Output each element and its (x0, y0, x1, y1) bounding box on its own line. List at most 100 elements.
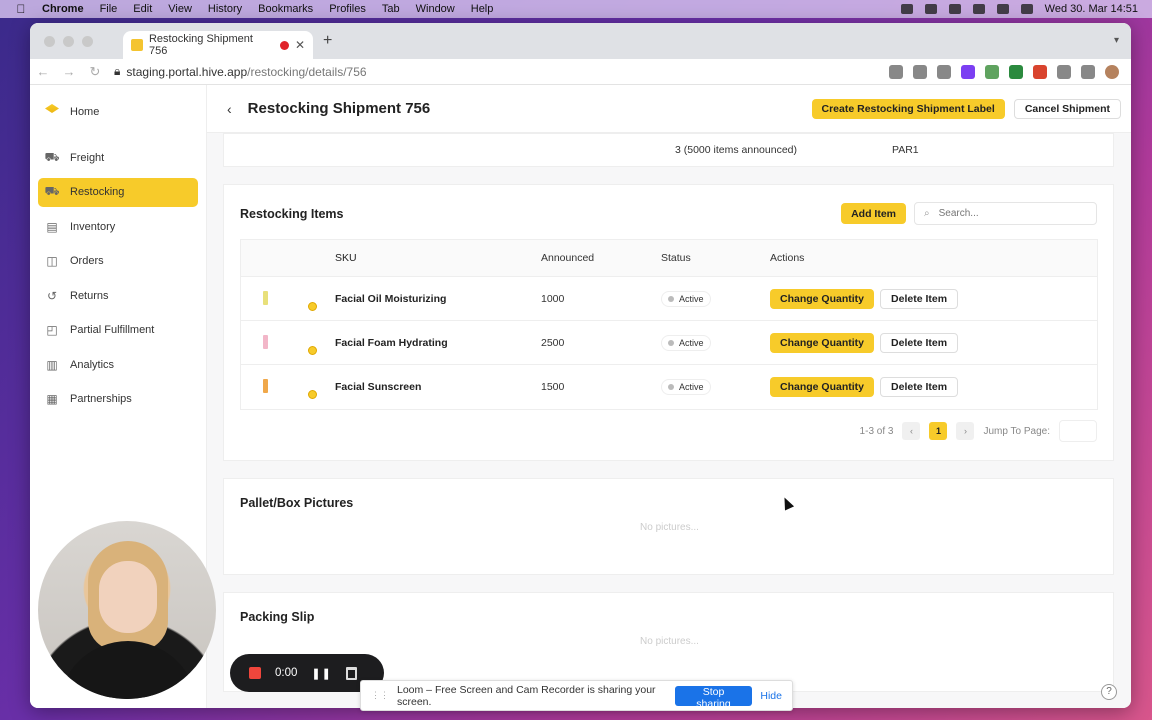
change-quantity-button[interactable]: Change Quantity (770, 288, 875, 309)
next-page-icon[interactable]: › (956, 422, 975, 440)
hive-badge-icon (308, 390, 317, 399)
new-tab-icon[interactable]: + (323, 32, 332, 50)
zoom-window-icon[interactable] (82, 35, 93, 47)
puzzle-icon[interactable] (1057, 64, 1071, 79)
sidebar-item-inventory[interactable]: ▤ Inventory (38, 212, 198, 241)
column-header-sku[interactable]: SKU (335, 252, 541, 264)
close-tab-icon[interactable]: ✕ (295, 38, 305, 52)
share-icon[interactable] (913, 64, 927, 79)
menu-app[interactable]: Chrome (42, 3, 84, 15)
extension-icon[interactable] (1033, 64, 1047, 79)
wifi-icon[interactable] (972, 4, 985, 14)
sku-name[interactable]: Facial Foam Hydrating (335, 337, 541, 349)
microphone-icon[interactable] (900, 4, 913, 14)
page-button-current[interactable]: 1 (929, 422, 948, 440)
sidebar-toggle-icon[interactable] (1081, 64, 1095, 79)
sku-name[interactable]: Facial Sunscreen (335, 381, 541, 393)
camera-person-body (58, 641, 198, 699)
search-icon: ⌕ (924, 208, 930, 219)
table-row: Facial Sunscreen 1500 Active Change Quan… (241, 365, 1097, 409)
search-box[interactable]: ⌕ (914, 202, 1097, 225)
delete-item-button[interactable]: Delete Item (880, 332, 959, 353)
menu-help[interactable]: Help (471, 3, 494, 15)
reload-icon[interactable]: ↻ (82, 64, 108, 80)
menu-view[interactable]: View (168, 3, 192, 15)
browser-tab-title: Restocking Shipment 756 (148, 33, 253, 57)
menu-edit[interactable]: Edit (133, 3, 152, 15)
minimize-window-icon[interactable] (63, 35, 74, 47)
hive-badge-icon (308, 346, 317, 355)
browser-tab[interactable]: Restocking Shipment 756 ✕ (123, 31, 313, 59)
sidebar-item-freight[interactable]: ⛟ Freight (38, 143, 198, 172)
url-field[interactable]: 🔒︎ staging.portal.hive.app/restocking/de… (114, 64, 367, 79)
search-icon[interactable] (996, 4, 1009, 14)
sidebar-item-returns[interactable]: ↺ Returns (38, 281, 198, 310)
back-nav-icon[interactable]: ← (30, 64, 56, 79)
drag-handle-icon[interactable]: ⋮⋮ (371, 690, 389, 701)
jump-to-page-input[interactable] (1059, 420, 1097, 442)
menu-window[interactable]: Window (416, 3, 455, 15)
announced-value: 1500 (541, 381, 565, 393)
sidebar-item-label: Restocking (70, 186, 125, 198)
delete-item-button[interactable]: Delete Item (880, 377, 959, 397)
menu-file[interactable]: File (100, 3, 118, 15)
profile-avatar[interactable] (1105, 64, 1119, 79)
star-icon[interactable] (937, 64, 951, 79)
sidebar-item-partial-fulfillment[interactable]: ◰ Partial Fulfillment (38, 316, 198, 345)
extension-icon[interactable] (1009, 64, 1023, 79)
apple-icon[interactable]:  (14, 2, 28, 16)
trash-icon[interactable] (345, 666, 357, 680)
sidebar-item-partnerships[interactable]: ▦ Partnerships (38, 385, 198, 414)
table-row: Facial Oil Moisturizing 1000 Active Chan… (241, 277, 1097, 321)
extension-status-icon[interactable] (924, 4, 937, 14)
sidebar-item-orders[interactable]: ◫ Orders (38, 247, 198, 276)
battery-icon[interactable] (948, 4, 961, 14)
add-item-button[interactable]: Add Item (841, 203, 906, 224)
items-table: SKU Announced Status Actions Facial Oil … (240, 239, 1098, 410)
help-icon[interactable]: ? (1101, 684, 1117, 700)
create-label-button[interactable]: Create Restocking Shipment Label (811, 98, 1005, 119)
product-image (263, 291, 268, 305)
hide-link[interactable]: Hide (760, 690, 782, 702)
camera-icon[interactable] (889, 64, 903, 79)
loom-extension-icon[interactable] (961, 64, 975, 79)
menu-bookmarks[interactable]: Bookmarks (258, 3, 313, 15)
sidebar-item-home[interactable]: Home (38, 97, 198, 126)
menu-profiles[interactable]: Profiles (329, 3, 366, 15)
recording-indicator-icon (279, 40, 289, 50)
stop-recording-icon[interactable] (249, 667, 261, 679)
pallet-pictures-card: Pallet/Box Pictures No pictures... (223, 478, 1114, 575)
control-center-icon[interactable] (1020, 4, 1033, 14)
menu-history[interactable]: History (208, 3, 242, 15)
menubar-clock[interactable]: Wed 30. Mar 14:51 (1045, 3, 1138, 15)
forward-nav-icon[interactable]: → (56, 64, 82, 79)
change-quantity-button[interactable]: Change Quantity (770, 377, 875, 397)
pagination: 1-3 of 3 ‹ 1 › Jump To Page: (860, 420, 1097, 442)
sidebar-item-analytics[interactable]: ▥ Analytics (38, 350, 198, 379)
change-quantity-button[interactable]: Change Quantity (770, 332, 875, 353)
menubar-status-area: Wed 30. Mar 14:51 (900, 3, 1138, 15)
stop-sharing-button[interactable]: Stop sharing (674, 685, 753, 710)
column-header-status[interactable]: Status (661, 252, 770, 264)
extension-icon[interactable] (985, 64, 999, 79)
product-image (263, 379, 268, 393)
close-window-icon[interactable] (44, 35, 55, 47)
tab-search-chevron-icon[interactable]: ▾ (1114, 35, 1119, 46)
announced-value: 2500 (541, 336, 565, 349)
table-row: Facial Foam Hydrating 2500 Active Change… (241, 321, 1097, 365)
menu-tab[interactable]: Tab (382, 3, 400, 15)
cancel-shipment-button[interactable]: Cancel Shipment (1013, 98, 1121, 119)
loom-camera-bubble[interactable] (38, 521, 216, 699)
search-input[interactable] (938, 208, 1079, 219)
lock-icon[interactable]: 🔒︎ (114, 64, 120, 79)
column-header-actions: Actions (770, 252, 805, 264)
status-dot-icon (668, 384, 674, 390)
table-header: SKU Announced Status Actions (241, 240, 1097, 277)
sidebar-item-restocking[interactable]: ⛟ Restocking (38, 177, 198, 207)
back-chevron-icon[interactable]: ‹ (227, 101, 232, 117)
pause-icon[interactable]: ❚❚ (311, 667, 331, 680)
delete-item-button[interactable]: Delete Item (880, 288, 959, 309)
sku-name[interactable]: Facial Oil Moisturizing (335, 293, 541, 305)
prev-page-icon[interactable]: ‹ (902, 422, 921, 440)
column-header-announced[interactable]: Announced (541, 252, 661, 264)
